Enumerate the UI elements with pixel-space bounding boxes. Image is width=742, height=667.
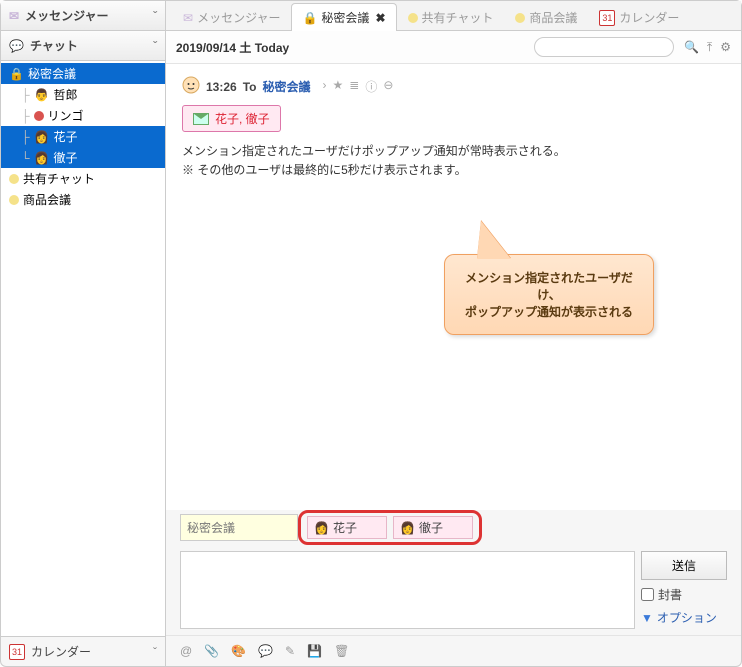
trash-icon[interactable]: 🗑 <box>334 644 349 658</box>
chat-icon[interactable]: 💬 <box>258 644 273 658</box>
tree-member[interactable]: ├リンゴ <box>1 105 165 126</box>
compose-toolbar: @ 📎 🎨 💬 ✎ 💾 🗑 <box>166 635 741 666</box>
tab-secret[interactable]: 🔒秘密会議✖ <box>291 3 396 31</box>
mention-names: 花子, 徹子 <box>215 110 270 127</box>
save-icon[interactable]: 💾 <box>307 644 322 658</box>
close-icon[interactable]: ✖ <box>375 11 385 25</box>
left-footer-calendar[interactable]: 31 カレンダー ˇ <box>1 636 165 666</box>
date-heading: 2019/09/14 土 Today <box>176 39 289 56</box>
tab-shared[interactable]: 共有チャット <box>397 3 505 31</box>
send-button[interactable]: 送信 <box>641 551 727 580</box>
option-toggle[interactable]: ▼オプション <box>641 609 727 626</box>
left-header-chat[interactable]: 💬 チャット ˇ <box>1 31 165 61</box>
dash-icon[interactable]: ⊖ <box>383 78 393 95</box>
dot-icon <box>9 195 19 205</box>
callout-annotation: メンション指定されたユーザだけ、 ポップアップ通知が表示される <box>444 254 654 335</box>
sealed-checkbox[interactable]: 封書 <box>641 586 727 603</box>
dot-icon <box>9 174 19 184</box>
chat-tree: 🔒 秘密会議 ├👨哲郎 ├リンゴ ├👩花子 └👩徹子 共有チャット 商品会議 <box>1 61 165 636</box>
lock-icon: 🔒 <box>9 67 24 81</box>
attach-icon[interactable]: 📎 <box>204 644 219 658</box>
chevron-down-icon[interactable]: ˇ <box>153 39 157 53</box>
lock-icon: 🔒 <box>302 11 317 25</box>
msg-time: 13:26 <box>206 80 237 94</box>
chat-bubble-icon: 💬 <box>9 39 24 53</box>
chevron-down-icon[interactable]: ˇ <box>153 645 157 659</box>
msg-to-label: To <box>243 80 257 94</box>
search-icon[interactable]: 🔍 <box>684 40 699 55</box>
date-bar: 2019/09/14 土 Today 🔍 ⤒ ⚙ <box>166 31 741 64</box>
info-icon[interactable]: ⓘ <box>365 78 377 95</box>
msg-body-line: メンション指定されたユーザだけポップアップ通知が常時表示される。 <box>182 142 725 161</box>
person-icon: 👨 <box>34 87 50 103</box>
search-input[interactable] <box>534 37 674 57</box>
tab-calendar[interactable]: 31カレンダー <box>588 3 690 31</box>
triangle-down-icon: ▼ <box>641 611 653 625</box>
tree-room-shared[interactable]: 共有チャット <box>1 168 165 189</box>
tree-room-label: 秘密会議 <box>28 65 76 82</box>
dot-icon <box>515 13 525 23</box>
calendar-icon: 31 <box>9 644 25 660</box>
compose-room-label[interactable]: 秘密会議 <box>180 514 298 541</box>
palette-icon[interactable]: 🎨 <box>231 644 246 658</box>
left-footer-calendar-label: カレンダー <box>31 643 91 660</box>
person-icon: 👩 <box>34 129 50 145</box>
tab-bar: ✉メッセンジャー 🔒秘密会議✖ 共有チャット 商品会議 31カレンダー <box>166 1 741 31</box>
envelope-icon: ✉ <box>183 11 193 25</box>
tab-messenger[interactable]: ✉メッセンジャー <box>172 3 291 31</box>
person-icon: 👩 <box>34 150 50 166</box>
list-icon[interactable]: ≣ <box>349 78 359 95</box>
mention-icon[interactable]: @ <box>180 644 192 658</box>
dot-icon <box>408 13 418 23</box>
person-icon: 👩 <box>400 521 415 535</box>
star-icon[interactable]: ★ <box>333 78 344 95</box>
chevron-down-icon[interactable]: ˇ <box>153 9 157 23</box>
mention-box: 花子, 徹子 <box>182 105 281 132</box>
tree-room-secret[interactable]: 🔒 秘密会議 <box>1 63 165 84</box>
message-area: 13:26 To 秘密会議 › ★ ≣ ⓘ ⊖ 花子, 徹子 メンション指定され… <box>166 64 741 510</box>
tree-member[interactable]: ├👨哲郎 <box>1 84 165 105</box>
envelope-icon: ✉ <box>9 9 19 23</box>
left-header-messenger-label: メッセンジャー <box>25 7 108 24</box>
tree-room-product[interactable]: 商品会議 <box>1 189 165 210</box>
msg-body-line: ※ その他のユーザは最終的に5秒だけ表示されます。 <box>182 161 725 180</box>
tree-member[interactable]: ├👩花子 <box>1 126 165 147</box>
edit-icon[interactable]: ✎ <box>285 644 295 658</box>
compose-textarea[interactable] <box>180 551 635 629</box>
gear-icon[interactable]: ⚙ <box>720 40 731 55</box>
mail-icon <box>193 113 209 125</box>
recipient-chip[interactable]: 👩徹子 <box>393 516 473 539</box>
left-header-chat-label: チャット <box>30 37 78 54</box>
chevron-right-icon[interactable]: › <box>323 78 327 95</box>
sender-avatar-icon <box>182 76 200 97</box>
person-icon: 👩 <box>314 521 329 535</box>
recipient-chip[interactable]: 👩花子 <box>307 516 387 539</box>
left-header-messenger[interactable]: ✉ メッセンジャー ˇ <box>1 1 165 31</box>
calendar-icon: 31 <box>599 10 615 26</box>
recipients-box: 👩花子 👩徹子 <box>298 510 482 545</box>
tree-member[interactable]: └👩徹子 <box>1 147 165 168</box>
msg-room[interactable]: 秘密会議 <box>262 78 310 95</box>
scroll-top-icon[interactable]: ⤒ <box>707 40 712 55</box>
tab-product[interactable]: 商品会議 <box>504 3 588 31</box>
apple-icon <box>34 111 44 121</box>
